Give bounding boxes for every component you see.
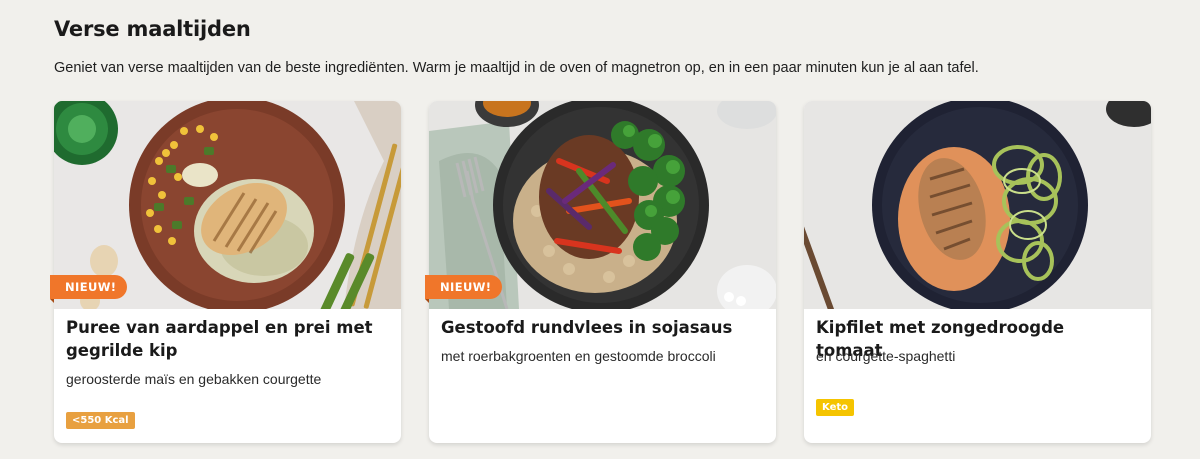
meal-subtitle: geroosterde maïs en gebakken courgette — [66, 371, 322, 387]
new-badge: NIEUW! — [425, 275, 503, 303]
meal-title[interactable]: Gestoofd rundvlees in sojasaus — [441, 316, 761, 339]
section-intro: Geniet van verse maaltijden van de beste… — [54, 60, 979, 76]
kcal-tag: <550 Kcal — [66, 412, 135, 429]
meal-subtitle: en courgette-spaghetti — [816, 348, 956, 364]
keto-tag: Keto — [816, 399, 855, 416]
section-title: Verse maaltijden — [54, 17, 251, 41]
meal-card-chicken-courgette[interactable]: Kipfilet met zongedroogde tomaat en cour… — [804, 101, 1151, 443]
meal-card-chicken-puree[interactable]: NIEUW! Puree van aardappel en prei met g… — [50, 101, 401, 443]
meal-image — [804, 101, 1151, 309]
meal-title[interactable]: Puree van aardappel en prei met gegrilde… — [66, 316, 386, 362]
meal-card-beef-soy[interactable]: NIEUW! Gestoofd rundvlees in sojasaus me… — [425, 101, 776, 443]
meal-subtitle: met roerbakgroenten en gestoomde broccol… — [441, 348, 716, 364]
new-badge: NIEUW! — [50, 275, 128, 303]
